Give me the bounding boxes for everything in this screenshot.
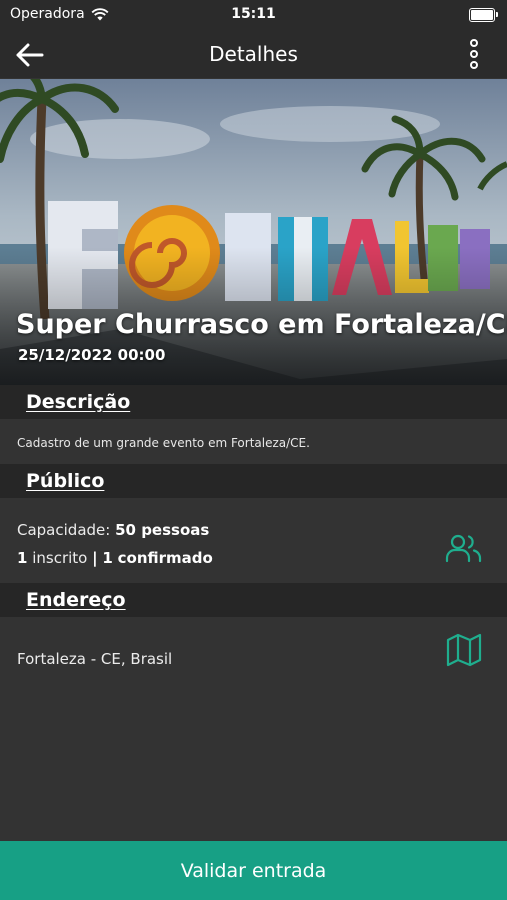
page-title: Detalhes — [209, 42, 298, 66]
section-title-publico: Público — [26, 470, 105, 492]
section-header-descricao: Descrição — [0, 385, 507, 419]
clock: 15:11 — [231, 6, 276, 22]
address-text: Fortaleza - CE, Brasil — [17, 650, 173, 668]
nav-bar: Detalhes — [0, 30, 507, 78]
confirmados-label: confirmado — [117, 549, 213, 567]
confirmados-count: 1 — [102, 549, 113, 567]
battery-icon — [469, 8, 498, 22]
validate-entry-button[interactable]: Validar entrada — [0, 841, 507, 900]
capacity-label: Capacidade: — [17, 521, 111, 539]
more-vertical-icon[interactable] — [467, 38, 481, 70]
inscritos-count: 1 — [17, 549, 28, 567]
capacity-value: 50 pessoas — [115, 521, 210, 539]
section-header-endereco: Endereço — [0, 583, 507, 617]
inscritos-label: inscrito — [32, 549, 88, 567]
section-header-publico: Público — [0, 464, 507, 498]
section-title-endereco: Endereço — [26, 589, 126, 611]
status-bar: Operadora 15:11 — [0, 0, 507, 30]
event-title: Super Churrasco em Fortaleza/CE — [16, 309, 507, 340]
description-text: Cadastro de um grande evento em Fortalez… — [17, 436, 310, 450]
capacity-line: Capacidade: 50 pessoas — [17, 521, 209, 539]
event-image: Super Churrasco em Fortaleza/CE 25/12/20… — [0, 79, 507, 385]
people-icon[interactable] — [445, 534, 483, 564]
separator: | — [92, 549, 98, 567]
section-title-descricao: Descrição — [26, 391, 131, 413]
validate-entry-label: Validar entrada — [180, 859, 327, 882]
event-date: 25/12/2022 00:00 — [18, 346, 166, 364]
registrations-line: 1 inscrito | 1 confirmado — [17, 549, 213, 567]
map-icon[interactable] — [446, 633, 482, 667]
